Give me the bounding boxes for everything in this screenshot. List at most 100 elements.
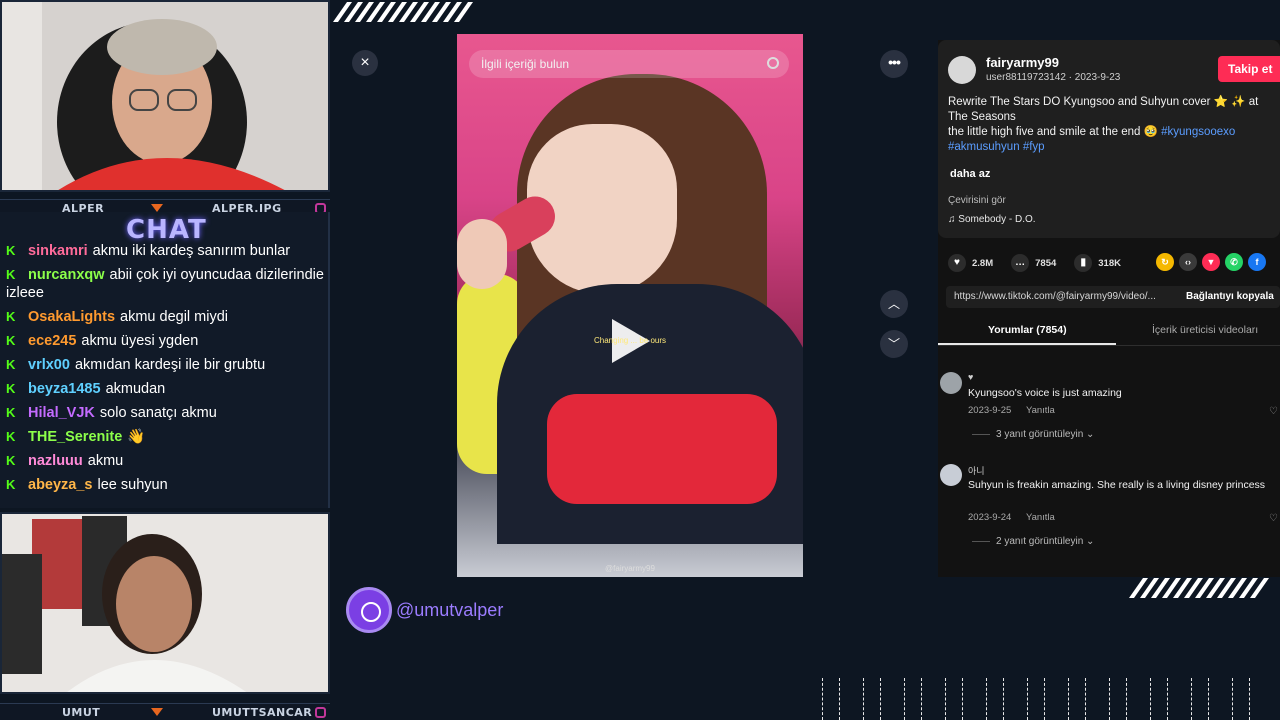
whatsapp-icon[interactable]: ✆ [1225, 253, 1243, 271]
view-replies-button[interactable]: 2 yanıt görüntüleyin ⌄ [972, 536, 1094, 547]
comment-count: 7854 [1035, 257, 1057, 269]
chevron-up-icon: ︿ [887, 297, 900, 311]
description-box: fairyarmy99 user88119723142 · 2023-9-23 … [938, 40, 1280, 238]
chat-message: K Hilal_VJK solo sanatçı akmu [6, 404, 328, 422]
cam-bottom-namebar: UMUT UMUTTSANCAR [0, 703, 330, 720]
hashtag-link[interactable]: #fyp [1023, 141, 1045, 153]
chat-username[interactable]: abeyza_s [28, 477, 93, 493]
video-subtitle: Changing ... be ours [593, 336, 667, 345]
chat-message: Kece245 akmu üyesi ygden [6, 332, 328, 350]
chat-title: CHAT [126, 215, 207, 245]
chat-text: akmu iki kardeş sanırım bunlar [92, 243, 291, 259]
reply-button[interactable]: Yanıtla [1026, 405, 1055, 416]
chat-list: Ksinkamri akmu iki kardeş sanırım bunlar K… [6, 242, 328, 500]
screen: ALPER ALPER.JPG CHAT Ksinkamri akmu iki k… [0, 0, 1280, 720]
kick-badge-icon: K [6, 267, 16, 282]
show-less-link[interactable]: daha az [950, 168, 990, 180]
search-icon[interactable] [767, 57, 779, 69]
chat-message: Kvrlx00 akmıdan kardeşi ile bir grubtu [6, 356, 328, 374]
comment-like-icon[interactable]: ♡ [1269, 513, 1278, 524]
chat-username[interactable]: ece245 [28, 333, 76, 349]
comment-text: Suhyun is freakin amazing. She really is… [968, 479, 1266, 491]
kick-badge-icon: K [6, 453, 16, 468]
kick-badge-icon: K [6, 477, 16, 492]
post-username[interactable]: fairyarmy99 [986, 55, 1059, 70]
related-search-input[interactable]: İlgili içeriği bulun [469, 50, 789, 78]
hashtag-link[interactable]: #akmusuhyun [948, 141, 1020, 153]
comment-like-icon[interactable]: ♡ [1269, 406, 1278, 417]
chat-username[interactable]: OsakaLights [28, 309, 115, 325]
reply-button[interactable]: Yanıtla [1026, 512, 1055, 523]
video-player[interactable]: İlgili içeriği bulun Changing ... be our… [457, 34, 803, 577]
chat-username[interactable]: nazluuu [28, 453, 83, 469]
cam-bottom-right-name: UMUTTSANCAR [212, 706, 313, 719]
chat-username[interactable]: THE_Serenite [28, 429, 122, 445]
more-options-button[interactable]: ••• [880, 50, 908, 78]
decor-dotted-bar [1232, 678, 1250, 720]
kick-badge-icon: K [6, 381, 16, 396]
decor-dotted-bar [1191, 678, 1209, 720]
comment-button[interactable]: … 7854 [1011, 254, 1056, 272]
chat-message: Kabeyza_s lee suhyun [6, 476, 328, 494]
save-button[interactable]: ▮ 318K [1074, 254, 1121, 272]
send-icon[interactable]: ▼ [1202, 253, 1220, 271]
see-translation-link[interactable]: Çevirisini gör [948, 195, 1006, 206]
webcam-bottom-image [2, 514, 328, 692]
chat-message: K THE_Serenite 👋 [6, 428, 328, 446]
chat-message: Kbeyza1485 akmudan [6, 380, 328, 398]
decor-dotted-bar [904, 678, 922, 720]
more-icon: ••• [888, 54, 901, 70]
avatar[interactable] [940, 464, 962, 486]
bookmark-icon: ▮ [1074, 254, 1093, 272]
chat-username[interactable]: vrlx00 [28, 357, 70, 373]
close-button[interactable]: × [352, 50, 378, 76]
close-icon: × [360, 54, 370, 71]
avatar[interactable] [940, 372, 962, 394]
decor-dotted-bar [1109, 678, 1127, 720]
follow-button[interactable]: Takip et [1218, 56, 1280, 82]
save-count: 318K [1098, 257, 1121, 269]
chat-message: Knurcanxqw abii çok iyi oyuncudaa diziler… [6, 266, 328, 302]
heart-icon: ♥ [948, 254, 966, 272]
decor-dotted-bar [986, 678, 1004, 720]
video-watermark: @fairyarmy99 [605, 564, 655, 573]
chat-text: akmu [87, 453, 124, 469]
like-count: 2.8M [972, 257, 994, 269]
view-replies-button[interactable]: 3 yanıt görüntüleyin ⌄ [972, 429, 1094, 440]
tab-creator-videos[interactable]: İçerik üreticisi videoları [1152, 324, 1258, 336]
chat-username[interactable]: beyza1485 [28, 381, 101, 397]
comment-meta: 2023-9-25 Yanıtla [968, 405, 1055, 416]
triangle-icon [151, 708, 163, 716]
decor-dotted-bars [822, 678, 1280, 720]
decor-dotted-bar [822, 678, 840, 720]
chat-text: akmudan [105, 381, 166, 397]
hashtag-link[interactable]: #kyungsooexo [1161, 126, 1235, 138]
comment-date: 2023-9-24 [968, 512, 1012, 523]
kick-badge-icon: K [6, 357, 16, 372]
comment-icon: … [1011, 254, 1030, 272]
comment-date: 2023-9-25 [968, 405, 1012, 416]
tab-comments[interactable]: Yorumlar (7854) [988, 324, 1067, 336]
chat-message: Knazluuu akmu [6, 452, 328, 470]
cam-bottom-left-name: UMUT [62, 706, 101, 719]
repost-icon[interactable]: ↻ [1156, 253, 1174, 271]
comment-author[interactable]: ♥ [968, 372, 973, 382]
chat-username[interactable]: nurcanxqw [28, 267, 105, 283]
comment-author[interactable]: 아니 [968, 464, 985, 477]
embed-icon[interactable]: ‹› [1179, 253, 1197, 271]
chat-text: lee suhyun [97, 477, 168, 493]
copy-link-button[interactable]: Bağlantıyı kopyala [1186, 286, 1274, 308]
decor-dotted-bar [945, 678, 963, 720]
previous-video-button[interactable]: ︿ [880, 290, 908, 318]
chat-username[interactable]: Hilal_VJK [28, 405, 95, 421]
post-panel: fairyarmy99 user88119723142 · 2023-9-23 … [938, 40, 1280, 577]
facebook-icon[interactable]: f [1248, 253, 1266, 271]
music-link[interactable]: ♫ Somebody - D.O. [948, 214, 1036, 225]
like-button[interactable]: ♥ 2.8M [948, 254, 993, 272]
kick-badge-icon: K [6, 429, 16, 444]
post-description: Rewrite The Stars DO Kyungsoo and Suhyun… [948, 95, 1280, 155]
decor-dotted-bar [1150, 678, 1168, 720]
next-video-button[interactable]: ﹀ [880, 330, 908, 358]
avatar[interactable] [948, 56, 976, 84]
chat-username[interactable]: sinkamri [28, 243, 88, 259]
